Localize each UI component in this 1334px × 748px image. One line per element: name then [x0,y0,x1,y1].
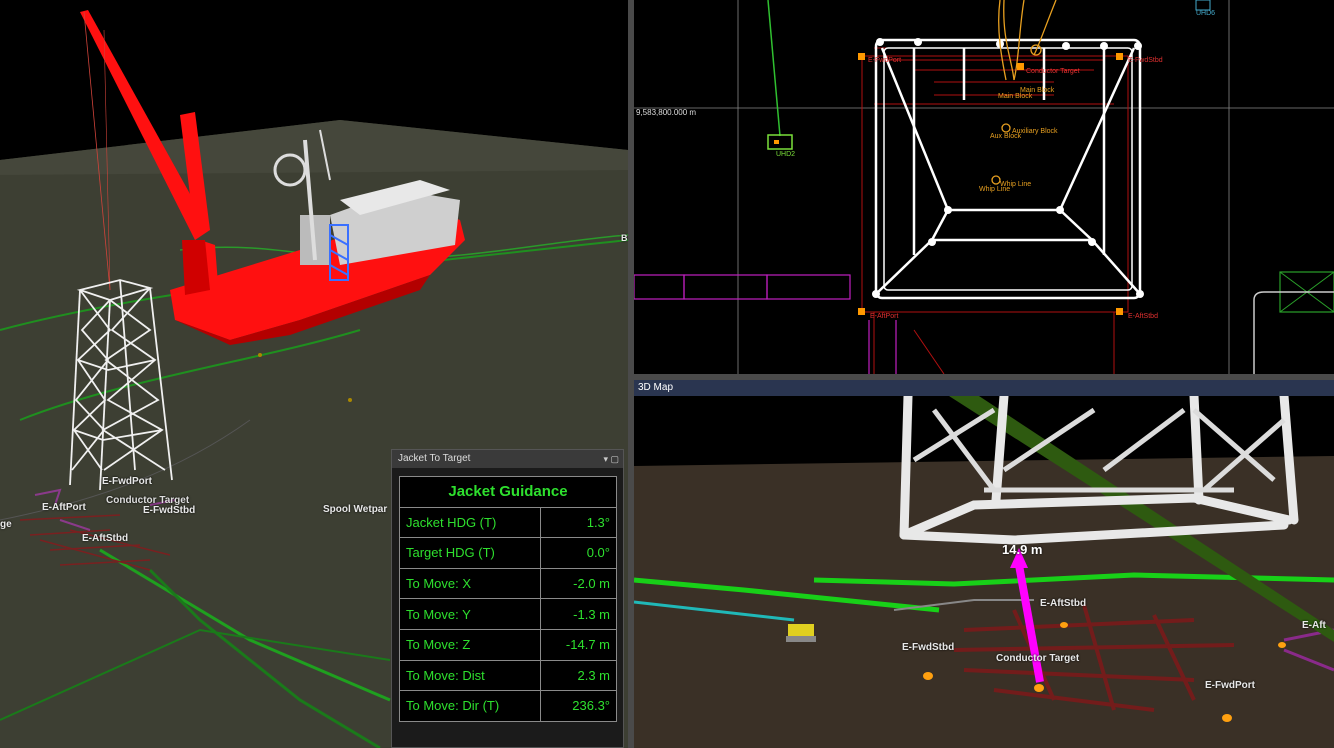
label-spool: Spool Wetpar [323,504,388,515]
map-3d-view[interactable]: 3D Map 14.9 m E-AftStbd E-FwdStbd Conduc… [634,380,1334,748]
map-3d-scene [634,391,1334,748]
northing-readout: 9,583,800.000 m [636,108,697,117]
row-label: To Move: X [398,567,542,600]
label-e-fwdport-plan: E-FwdPort [868,57,902,64]
label-conductor-target-3d: Conductor Target [996,653,1080,664]
guidance-heading: Jacket Guidance [399,476,617,508]
table-row: To Move: Z -14.7 m [398,628,617,661]
row-value: 236.3° [540,690,617,722]
panel-title-bar[interactable]: Jacket To Target ▾ ▢ [392,450,623,468]
label-edge-left: ge [0,519,12,530]
row-value: -2.0 m [540,567,617,600]
row-value: -1.3 m [540,598,617,630]
label-e-fwdstbd: E-FwdStbd [143,505,196,516]
plan-view[interactable]: 9,583,800.000 m UHD6 UHD2 E-FwdPort E-Fw… [634,0,1334,374]
row-value: -14.7 m [540,628,617,661]
label-aux-block-2: Aux Block [990,133,1022,140]
row-label: Jacket HDG (T) [398,506,542,539]
label-uhd6: UHD6 [1196,10,1216,17]
row-value: 2.3 m [540,659,617,692]
label-e-fwdstbd-3d: E-FwdStbd [902,642,955,653]
table-row: To Move: Y -1.3 m [398,598,617,630]
table-row: Jacket HDG (T) 1.3° [398,506,617,539]
left-3d-view[interactable]: E-FwdPort Conductor Target E-AftPort E-F… [0,0,628,748]
row-label: To Move: Dist [398,659,542,692]
label-edge-right: B [621,233,628,243]
label-e-aftstbd: E-AftStbd [82,533,129,544]
table-row: To Move: Dist 2.3 m [398,659,617,692]
label-e-aftport-3d: E-Aft [1302,620,1326,631]
label-e-fwdstbd-plan: E-FwdStbd [1128,57,1163,64]
row-label: To Move: Z [398,628,542,661]
table-row: Target HDG (T) 0.0° [398,537,617,569]
panel-title: Jacket To Target [398,453,471,464]
row-value: 1.3° [540,506,617,539]
label-whip-line-2: Whip Line [979,186,1011,193]
panel-window-buttons[interactable]: ▾ ▢ [603,450,619,468]
label-e-fwdport-3d: E-FwdPort [1205,680,1255,691]
jacket-guidance-panel[interactable]: Jacket To Target ▾ ▢ Jacket Guidance Jac… [391,449,624,748]
table-row: To Move: X -2.0 m [398,567,617,600]
label-uhd2: UHD2 [776,151,796,158]
label-main-block-2: Main Block [998,93,1033,100]
row-value: 0.0° [540,537,617,569]
guidance-table: Jacket Guidance Jacket HDG (T) 1.3° Targe… [398,476,617,722]
map-3d-title: 3D Map [634,380,1334,396]
label-e-fwdport: E-FwdPort [102,476,152,487]
row-label: To Move: Y [398,598,542,630]
label-e-aftport-plan: E-AftPort [870,313,899,320]
row-label: To Move: Dir (T) [398,690,542,722]
label-conductor-target-plan: Conductor Target [1026,68,1080,75]
label-e-aftport: E-AftPort [42,502,86,513]
label-e-aftstbd-plan: E-AftStbd [1128,313,1158,320]
label-e-aftstbd-3d: E-AftStbd [1040,598,1087,609]
table-row: To Move: Dir (T) 236.3° [398,690,617,722]
distance-readout: 14.9 m [1002,542,1043,557]
row-label: Target HDG (T) [398,537,542,569]
